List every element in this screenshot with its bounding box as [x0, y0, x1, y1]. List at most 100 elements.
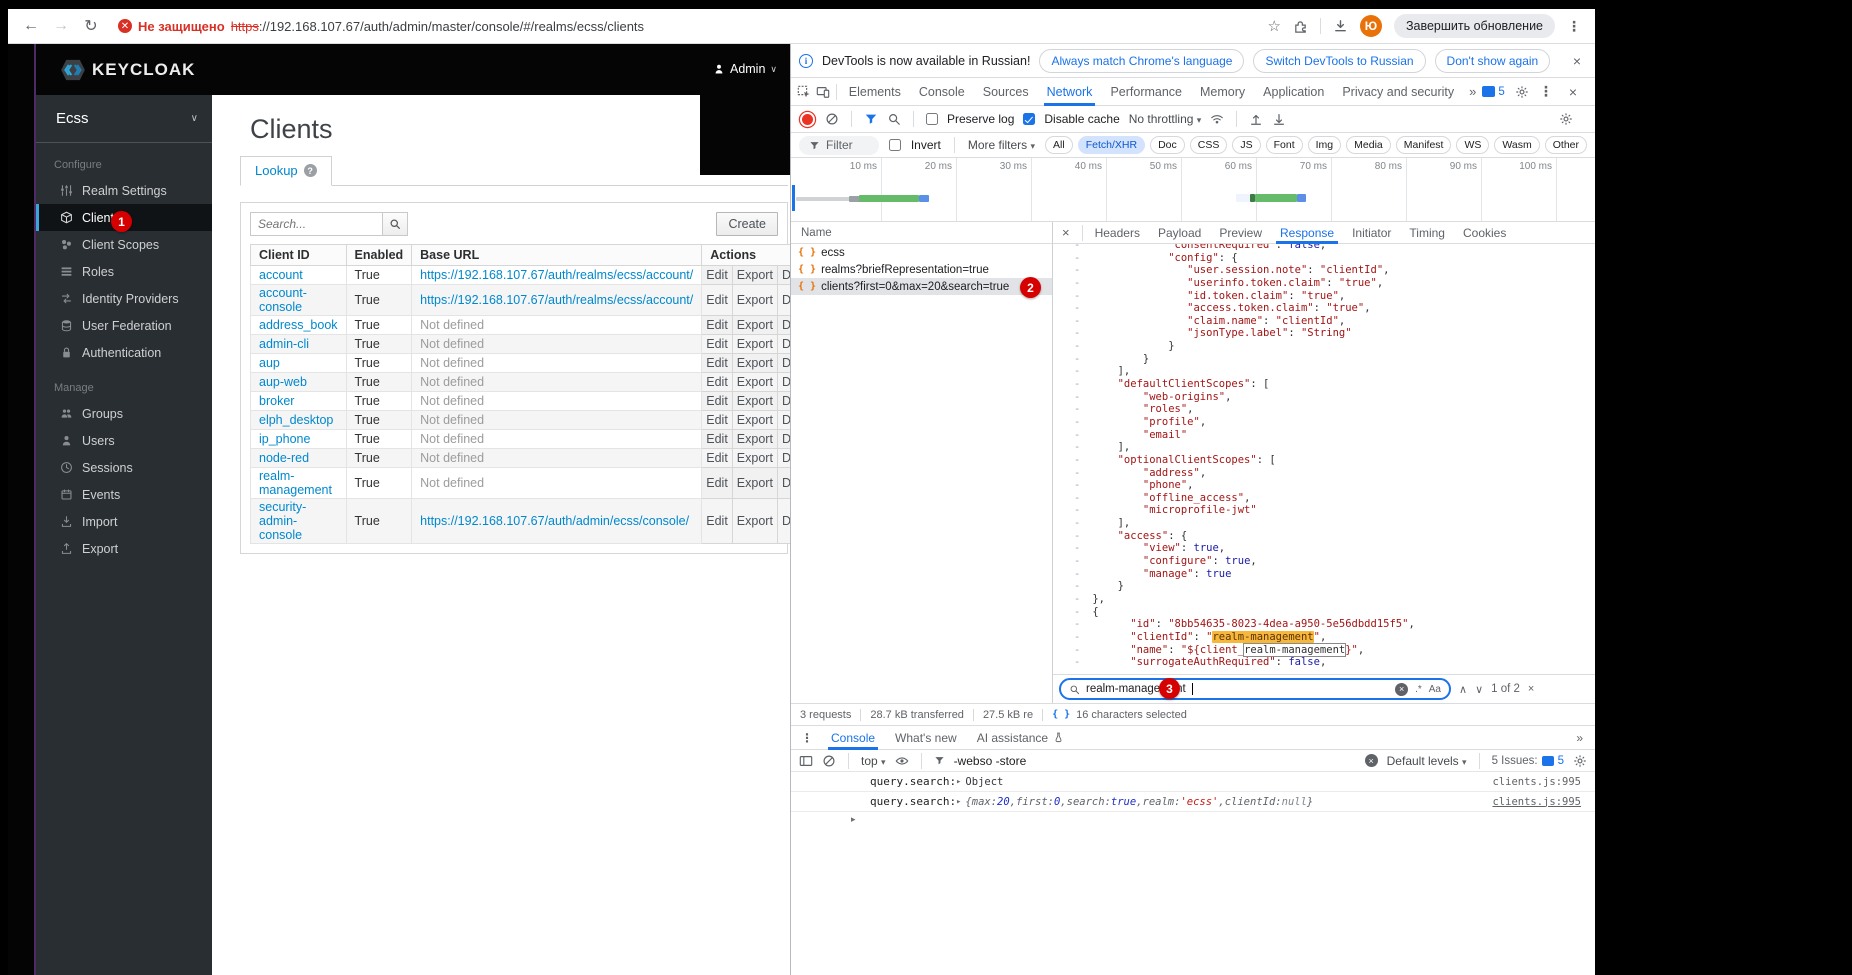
delete-button[interactable]: Delete [777, 499, 790, 544]
fold-marker[interactable]: - [1074, 568, 1080, 581]
response-search-input[interactable]: realm-management × .* Aa [1059, 678, 1451, 700]
fold-marker[interactable]: - [1074, 378, 1080, 391]
network-filter-input[interactable]: Filter [799, 136, 879, 155]
preserve-log-label[interactable]: Preserve log [947, 112, 1014, 126]
fold-marker[interactable]: - [1074, 340, 1080, 353]
fold-marker[interactable]: - [1074, 302, 1080, 315]
chip-img[interactable]: Img [1308, 136, 1342, 154]
edit-button[interactable]: Edit [702, 499, 733, 544]
export-button[interactable]: Export [732, 316, 777, 335]
export-button[interactable]: Export [732, 354, 777, 373]
sidebar-item-realm-settings[interactable]: Realm Settings [36, 177, 212, 204]
clear-filter-icon[interactable]: × [1365, 754, 1378, 767]
client-id-link[interactable]: address_book [259, 318, 338, 332]
tab-performance[interactable]: Performance [1101, 78, 1191, 106]
forward-button[interactable]: → [48, 13, 74, 39]
edit-button[interactable]: Edit [702, 316, 733, 335]
network-settings-gear-icon[interactable] [1559, 112, 1573, 126]
downloads-icon[interactable] [1333, 19, 1348, 34]
import-har-icon[interactable] [1249, 112, 1263, 126]
address-bar[interactable]: ✕ Не защищено https://192.168.107.67/aut… [118, 19, 1264, 34]
tab-elements[interactable]: Elements [840, 78, 910, 106]
live-expression-eye-icon[interactable] [895, 754, 909, 768]
expand-triangle-icon[interactable]: ▸ [956, 777, 965, 787]
fold-marker[interactable]: - [1074, 429, 1080, 442]
fold-marker[interactable]: - [1074, 542, 1080, 555]
fold-marker[interactable]: - [1074, 492, 1080, 505]
disable-cache-label[interactable]: Disable cache [1044, 112, 1119, 126]
keycloak-logo[interactable]: KEYCLOAK [36, 59, 195, 81]
more-tabs-icon[interactable]: » [1463, 84, 1482, 99]
tab-application[interactable]: Application [1254, 78, 1333, 106]
admin-menu[interactable]: Admin ∨ [713, 60, 777, 78]
fold-marker[interactable]: - [1074, 517, 1080, 530]
client-id-link[interactable]: aup [259, 356, 280, 370]
match-case-toggle-icon[interactable]: Aa [1429, 684, 1441, 695]
chip-doc[interactable]: Doc [1150, 136, 1185, 154]
fold-marker[interactable]: - [1074, 441, 1080, 454]
reload-button[interactable]: ↻ [78, 13, 104, 39]
previous-match-icon[interactable]: ∧ [1459, 683, 1467, 696]
export-button[interactable]: Export [732, 411, 777, 430]
more-filters-dropdown[interactable]: More filters ▾ [968, 138, 1035, 152]
fold-marker[interactable]: - [1074, 479, 1080, 492]
edit-button[interactable]: Edit [702, 266, 733, 285]
dont-show-again-button[interactable]: Don't show again [1435, 49, 1551, 73]
console-message-row[interactable]: query.search:▸Objectclients.js:995 [791, 772, 1595, 792]
chip-font[interactable]: Font [1266, 136, 1303, 154]
issues-counter[interactable]: 5 Issues: 5 [1492, 755, 1564, 767]
devtools-menu-icon[interactable]: ⋮ [1539, 83, 1553, 100]
edit-button[interactable]: Edit [702, 285, 733, 316]
request-row[interactable]: { }ecss [791, 244, 1052, 261]
network-search-icon[interactable] [887, 112, 901, 126]
fold-marker[interactable]: - [1074, 353, 1080, 366]
search-button[interactable] [382, 212, 408, 236]
client-id-link[interactable]: security-admin-console [259, 500, 306, 542]
fold-marker[interactable]: - [1074, 467, 1080, 480]
fold-marker[interactable]: - [1074, 618, 1080, 631]
invert-label[interactable]: Invert [911, 138, 941, 152]
back-button[interactable]: ← [18, 13, 44, 39]
detail-tab-headers[interactable]: Headers [1086, 222, 1149, 244]
search-input[interactable] [250, 212, 382, 236]
record-network-log-icon[interactable] [802, 114, 813, 125]
edit-button[interactable]: Edit [702, 392, 733, 411]
detail-tab-payload[interactable]: Payload [1149, 222, 1210, 244]
delete-button[interactable]: Delete [777, 335, 790, 354]
export-button[interactable]: Export [732, 468, 777, 499]
export-button[interactable]: Export [732, 373, 777, 392]
request-row[interactable]: { }realms?briefRepresentation=true [791, 261, 1052, 278]
clear-search-icon[interactable]: × [1395, 683, 1408, 696]
detail-tab-preview[interactable]: Preview [1210, 222, 1271, 244]
sidebar-item-identity-providers[interactable]: Identity Providers [36, 285, 212, 312]
console-tab-what-s-new[interactable]: What's new [885, 726, 967, 750]
log-levels-dropdown[interactable]: Default levels ▾ [1387, 754, 1467, 768]
close-detail-icon[interactable]: × [1053, 225, 1079, 240]
console-filter-input[interactable]: -webso -store [954, 754, 1027, 768]
profile-avatar[interactable]: Ю [1360, 15, 1382, 37]
fold-marker[interactable]: - [1074, 416, 1080, 429]
filter-toggle-icon[interactable] [864, 112, 878, 126]
sidebar-item-roles[interactable]: Roles [36, 258, 212, 285]
client-id-link[interactable]: account [259, 268, 303, 282]
invert-checkbox[interactable] [889, 139, 901, 151]
source-link[interactable]: clients.js:995 [1482, 776, 1581, 788]
device-toolbar-icon[interactable] [814, 80, 833, 104]
console-tab-ai-assistance[interactable]: AI assistance [967, 726, 1074, 750]
fold-marker[interactable]: - [1074, 264, 1080, 277]
drawer-overflow-icon[interactable]: » [1576, 731, 1589, 745]
expand-triangle-icon[interactable]: ▸ [956, 797, 965, 807]
fold-marker[interactable]: - [1074, 504, 1080, 517]
client-id-link[interactable]: ip_phone [259, 432, 310, 446]
fold-marker[interactable]: - [1074, 244, 1080, 252]
export-button[interactable]: Export [732, 430, 777, 449]
console-messages-badge[interactable]: 5 [1482, 86, 1504, 98]
fold-marker[interactable]: - [1074, 644, 1080, 657]
base-url-link[interactable]: https://192.168.107.67/auth/realms/ecss/… [420, 293, 693, 307]
create-button[interactable]: Create [716, 212, 778, 236]
tab-privacy-and-security[interactable]: Privacy and security [1333, 78, 1463, 106]
edit-button[interactable]: Edit [702, 354, 733, 373]
sidebar-item-export[interactable]: Export [36, 535, 212, 562]
fold-marker[interactable]: - [1074, 593, 1080, 606]
chip-wasm[interactable]: Wasm [1494, 136, 1539, 154]
